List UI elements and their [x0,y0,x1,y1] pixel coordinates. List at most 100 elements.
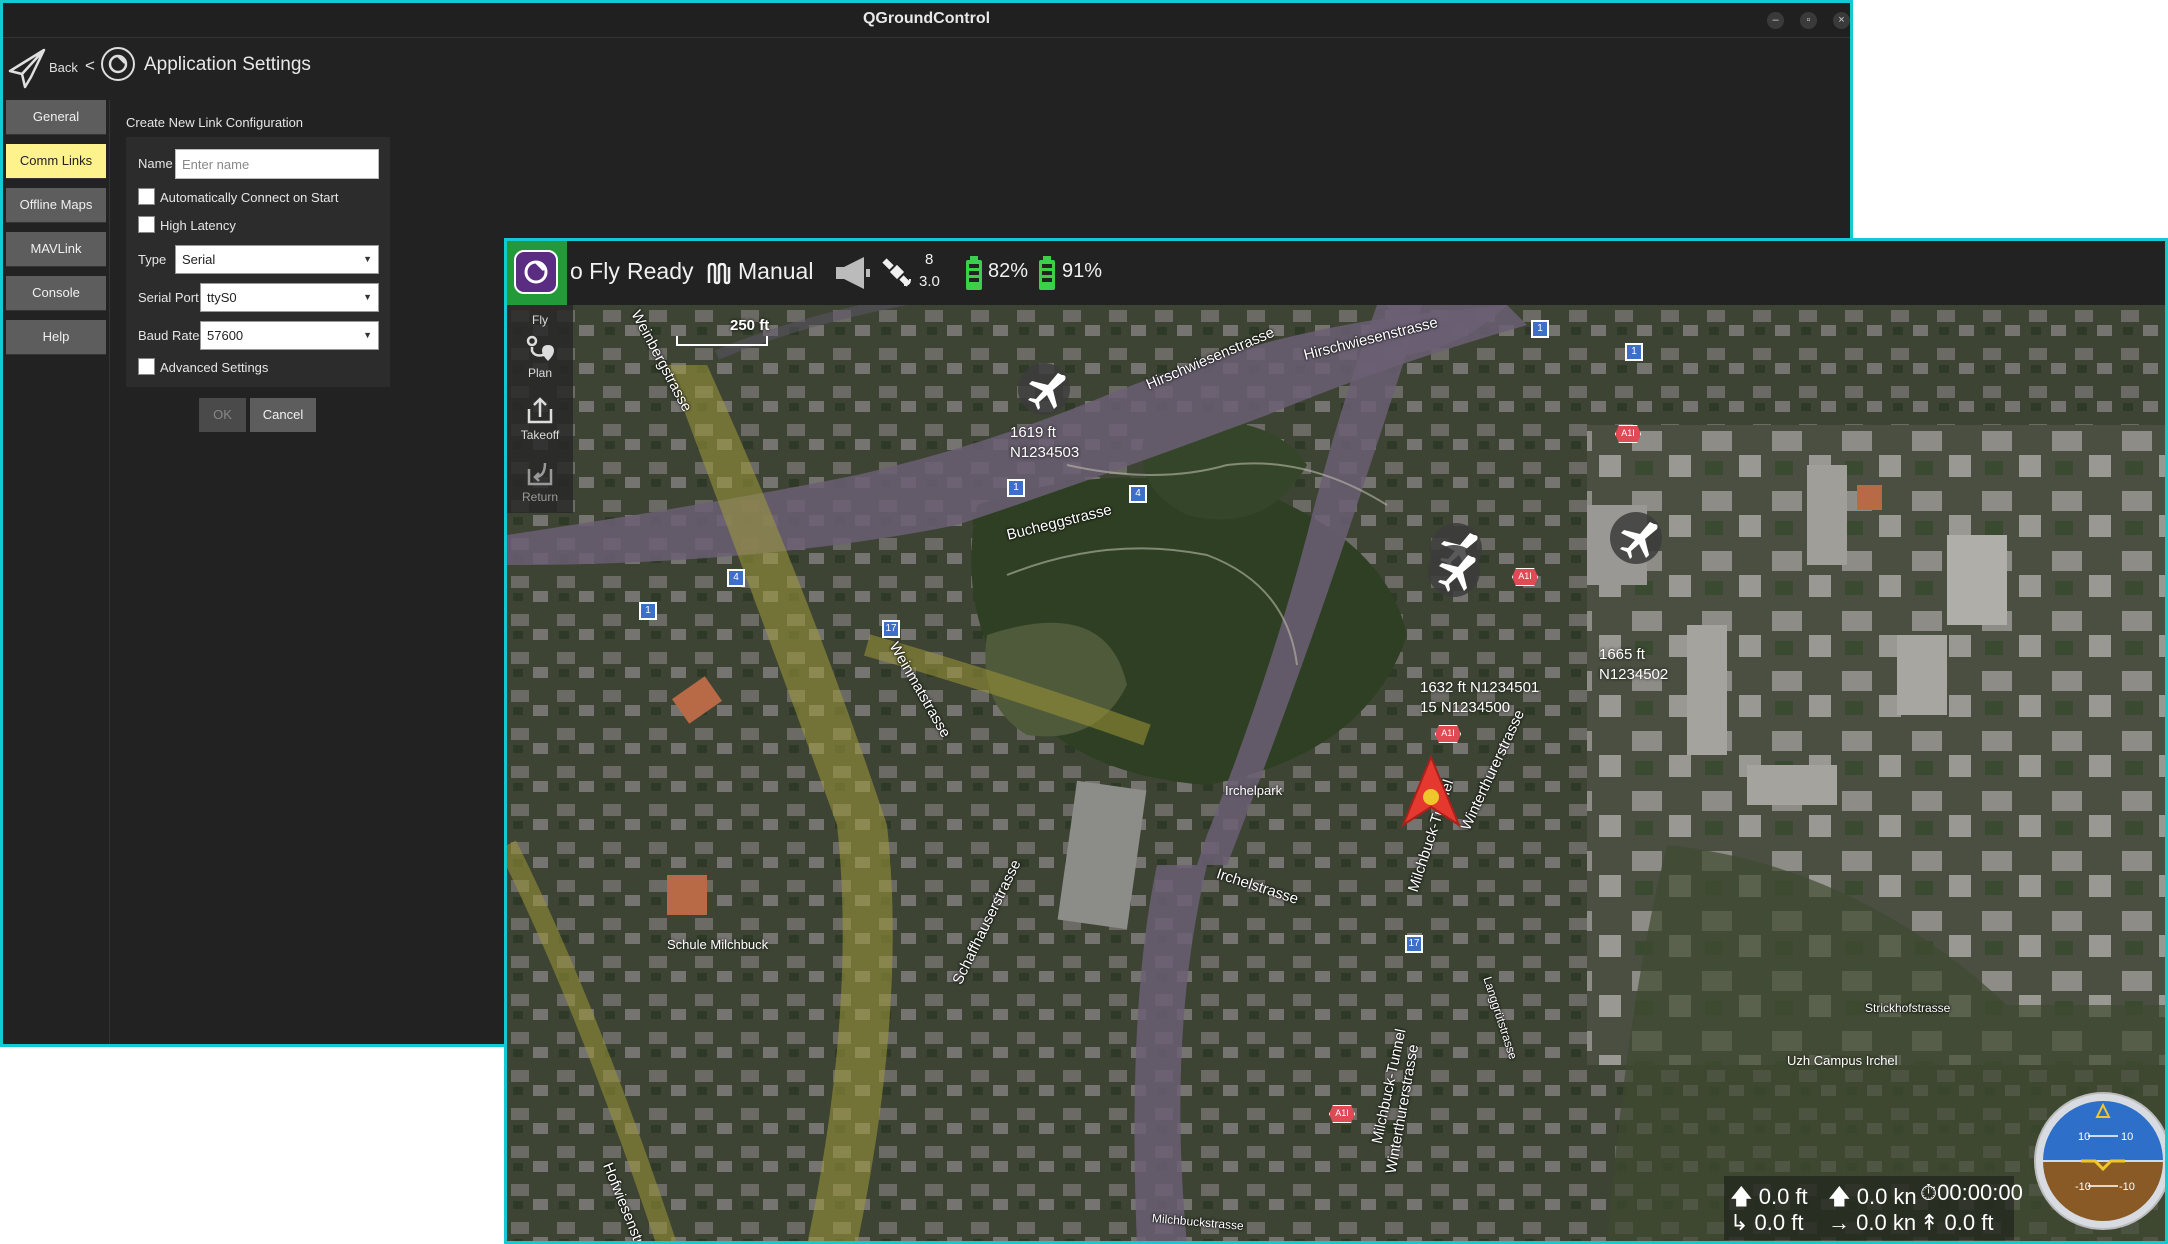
qgc-logo-icon[interactable] [514,250,558,294]
airplane-icon [1438,555,1476,592]
menu-console[interactable]: Console [6,276,106,310]
type-select[interactable]: Serial ▼ [175,245,379,274]
aircraft-label: 1632 ft N1234501 [1420,679,1540,696]
motorway-shield: A1I [1435,725,1461,743]
flight-mode[interactable]: Manual [738,258,813,285]
adsb-aircraft-marker[interactable] [1610,512,1662,564]
pitch-label: -10 [2119,1181,2135,1193]
back-button[interactable]: Back [49,60,78,75]
advanced-settings-checkbox[interactable] [138,358,155,375]
auto-connect-label: Automatically Connect on Start [160,190,339,205]
tool-plan-label: Plan [527,366,553,380]
toolbar-logo-area[interactable] [507,241,567,305]
gps-hdop: 3.0 [919,273,940,290]
attitude-indicator-graphic: 10 10 -10 -10 [2034,1092,2165,1230]
tool-takeoff-label: Takeoff [520,428,560,442]
horizontal-speed: → 0.0 kn [1828,1210,1917,1235]
type-value: Serial [182,252,216,267]
battery1-percent[interactable]: 82% [988,260,1028,283]
vehicle-marker-icon[interactable] [1399,755,1463,827]
settings-header: Back < Application Settings [3,43,1850,93]
route-shield: 1 [1531,320,1549,338]
tool-fly[interactable]: Fly [507,313,573,327]
fly-tool-strip: Fly Plan Takeoff Return [507,305,573,513]
high-latency-checkbox[interactable] [138,216,155,233]
satellite-count: 8 [925,251,934,268]
battery-icon[interactable] [1037,255,1057,291]
fly-window: Weinbergstrasse Hirschwiesenstrasse Hirs… [504,238,2168,1244]
baud-rate-select[interactable]: 57600 ▼ [200,321,379,350]
route-shield: 1 [639,602,657,620]
breadcrumb-separator: < [85,56,95,75]
title-bar: QGroundControl – ▫ × [3,3,1850,38]
minimize-button[interactable]: – [1767,12,1784,29]
view-name[interactable]: o Fly [570,258,620,285]
map-scale-bar [676,336,768,346]
serial-port-value: ttyS0 [207,290,237,305]
map-imagery [507,305,2165,1241]
name-input[interactable] [175,149,379,179]
flight-time: ⏱00:00:00 [1920,1180,2023,1205]
serial-port-label: Serial Port [138,290,199,305]
menu-comm-links[interactable]: Comm Links [6,144,106,178]
plan-icon [526,335,554,361]
form-heading: Create New Link Configuration [126,115,304,130]
aircraft-label: 15 N1234500 [1420,699,1511,716]
place-label: Schule Milchbuck [667,937,769,952]
restore-button[interactable]: ▫ [1800,12,1817,29]
place-label: Irchelpark [1225,783,1283,798]
map-scale-label: 250 ft [730,317,770,334]
qgc-logo-icon [101,47,135,81]
advanced-settings-label: Advanced Settings [160,360,269,375]
flight-mode-icon [707,263,731,285]
pitch-label: -10 [2075,1181,2091,1193]
satellite-map[interactable]: Weinbergstrasse Hirschwiesenstrasse Hirs… [507,305,2165,1241]
battery2-percent[interactable]: 91% [1062,260,1102,283]
menu-help[interactable]: Help [6,320,106,354]
dropdown-arrow-icon: ▼ [363,330,372,340]
altitude-amsl: ↳ 0.0 ft [1730,1210,1804,1235]
attitude-indicator[interactable]: 10 10 -10 -10 [2033,1091,2165,1231]
tool-return-label: Return [521,490,559,504]
serial-port-select[interactable]: ttyS0 ▼ [200,283,379,312]
airplane-icon [1620,522,1658,559]
tool-takeoff[interactable]: Takeoff [507,395,573,442]
window-title: QGroundControl [862,10,991,27]
vehicle-status[interactable]: Ready [627,258,693,285]
route-shield: 17 [882,620,900,638]
paper-plane-icon[interactable] [7,47,47,89]
street-label: Strickhofstrasse [1865,1001,1951,1015]
adsb-aircraft-marker[interactable] [1428,545,1480,597]
route-shield: 1 [1007,479,1025,497]
cancel-button[interactable]: Cancel [250,398,316,432]
dropdown-arrow-icon: ▼ [363,292,372,302]
distance-home: ↟ 0.0 ft [1920,1210,1994,1235]
aircraft-label: 1619 ft N1234503 [1010,424,1080,461]
satellite-icon[interactable] [880,255,916,291]
fly-toolbar: o Fly Ready Manual 8 3.0 82% 91% [507,241,2165,305]
return-icon [527,462,553,486]
aircraft-label: 1665 ft N1234502 [1599,646,1669,683]
type-label: Type [138,252,167,267]
route-shield: 1 [1625,343,1643,361]
baud-rate-label: Baud Rate [138,328,200,343]
megaphone-icon[interactable] [832,255,872,291]
takeoff-icon [527,397,553,424]
tool-plan[interactable]: Plan [507,333,573,380]
route-shield: 4 [1129,485,1147,503]
tool-return[interactable]: Return [507,457,573,504]
name-label: Name [138,156,173,171]
battery-icon[interactable] [964,255,984,291]
menu-offline-maps[interactable]: Offline Maps [6,188,106,222]
dropdown-arrow-icon: ▼ [363,254,372,264]
motorway-shield: A1I [1329,1105,1355,1123]
pitch-label: 10 [2121,1131,2133,1143]
close-button[interactable]: × [1833,12,1850,29]
auto-connect-checkbox[interactable] [138,188,155,205]
motorway-shield: A1I [1512,568,1538,586]
adsb-aircraft-marker[interactable] [1018,363,1070,415]
menu-general[interactable]: General [6,100,106,134]
menu-mavlink[interactable]: MAVLink [6,232,106,266]
ok-button[interactable]: OK [199,398,246,432]
motorway-shield: A1I [1615,425,1641,443]
